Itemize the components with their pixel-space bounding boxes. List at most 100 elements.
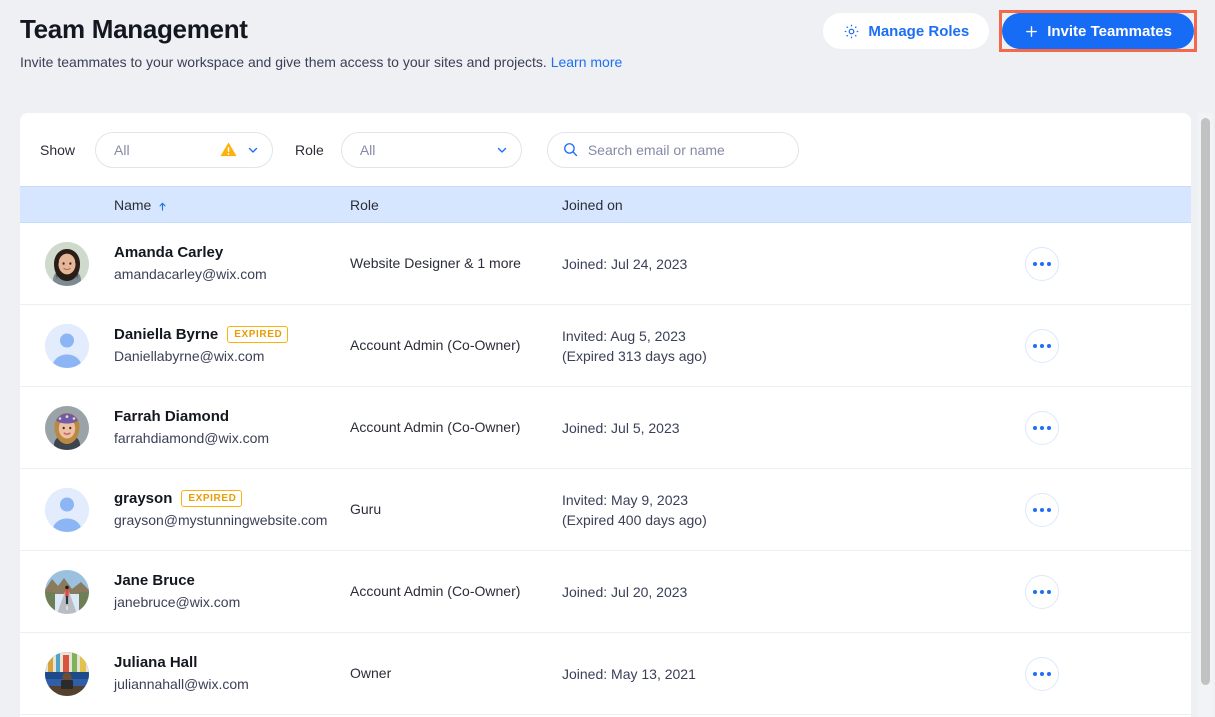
table-row[interactable]: Juliana Hall juliannahall@wix.com Owner Joi…	[20, 633, 1191, 715]
show-filter-dropdown[interactable]: All	[95, 131, 274, 168]
show-filter-value: All	[114, 141, 130, 158]
status-badge-expired: EXPIRED	[227, 326, 289, 343]
search-icon	[562, 141, 579, 158]
member-name: Farrah Diamond	[114, 408, 230, 425]
row-actions-cell	[992, 574, 1092, 609]
name-block: grayson EXPIRED grayson@mystunningwebsite.…	[114, 489, 327, 530]
dot	[1047, 425, 1051, 430]
role-filter-value: All	[359, 141, 376, 158]
table-row[interactable]: Amanda Carley amandacarley@wix.com Website…	[20, 223, 1191, 305]
dot	[1040, 261, 1044, 266]
name-line: Juliana Hall	[114, 653, 249, 672]
dot	[1040, 589, 1044, 594]
joined-sub-text: (Expired 313 days ago)	[562, 347, 707, 364]
dot	[1040, 343, 1044, 348]
table-row[interactable]: Daniella Byrne EXPIRED Daniellabyrne@wix.c…	[20, 305, 1191, 387]
role-filter-label: Role	[295, 141, 324, 158]
dot	[1033, 343, 1037, 348]
name-block: Daniella Byrne EXPIRED Daniellabyrne@wix.c…	[114, 325, 289, 366]
member-name-cell: Daniella Byrne EXPIRED Daniellabyrne@wix.c…	[20, 323, 350, 368]
avatar-wrap	[20, 405, 114, 450]
invite-teammates-button[interactable]: Invite Teammates	[1002, 13, 1194, 49]
column-header-name[interactable]: Name	[20, 197, 350, 213]
member-email: farrahdiamond@wix.com	[114, 430, 270, 446]
dot	[1033, 671, 1037, 676]
row-actions-cell	[992, 328, 1092, 363]
member-name: Jane Bruce	[114, 572, 195, 589]
ellipsis-icon[interactable]	[1025, 574, 1059, 609]
name-line: Daniella Byrne EXPIRED	[114, 325, 289, 344]
member-joined: Invited: May 9, 2023 (Expired 400 days ag…	[562, 490, 992, 530]
avatar-wrap	[20, 569, 114, 614]
name-line: Jane Bruce	[114, 571, 240, 590]
dot	[1033, 507, 1037, 512]
search-input[interactable]	[587, 141, 784, 158]
joined-main-text: Joined: Jul 20, 2023	[562, 583, 688, 600]
joined-main-text: Invited: May 9, 2023	[562, 491, 689, 508]
scrollbar-thumb[interactable]	[1201, 118, 1210, 685]
member-name-cell: Farrah Diamond farrahdiamond@wix.com	[20, 405, 350, 450]
ellipsis-icon[interactable]	[1025, 328, 1059, 363]
dot	[1040, 671, 1044, 676]
ellipsis-icon[interactable]	[1025, 492, 1059, 527]
column-header-role[interactable]: Role	[350, 197, 562, 213]
row-actions-cell	[992, 410, 1092, 445]
row-actions-cell	[992, 656, 1092, 691]
avatar	[45, 487, 89, 532]
manage-roles-label: Manage Roles	[868, 22, 970, 40]
avatar	[45, 323, 89, 368]
role-filter-dropdown[interactable]: All	[340, 131, 522, 168]
warning-triangle-icon	[219, 140, 238, 159]
member-email: amandacarley@wix.com	[114, 266, 267, 282]
member-joined: Invited: Aug 5, 2023 (Expired 313 days ag…	[562, 326, 992, 366]
joined-main-text: Joined: Jul 5, 2023	[562, 419, 680, 436]
name-block: Amanda Carley amandacarley@wix.com	[114, 243, 267, 284]
member-role: Account Admin (Co-Owner)	[350, 337, 521, 353]
avatar-wrap	[20, 487, 114, 532]
dot	[1040, 507, 1044, 512]
avatar	[45, 405, 89, 450]
joined-sub-text: (Expired 400 days ago)	[562, 511, 707, 528]
member-name: Juliana Hall	[114, 654, 198, 671]
table-row[interactable]: grayson EXPIRED grayson@mystunningwebsite.…	[20, 469, 1191, 551]
row-actions-cell	[992, 246, 1092, 281]
avatar	[45, 651, 89, 696]
invite-teammates-label: Invite Teammates	[1047, 22, 1172, 40]
arrow-up-icon	[157, 199, 168, 211]
ellipsis-icon[interactable]	[1025, 410, 1059, 445]
search-box[interactable]	[546, 131, 799, 168]
page-subtitle: Invite teammates to your workspace and g…	[20, 52, 1195, 72]
manage-roles-button[interactable]: Manage Roles	[823, 13, 990, 49]
avatar-wrap	[20, 323, 114, 368]
name-line: grayson EXPIRED	[114, 489, 327, 508]
team-table-card: Show All Role All Search email or name N…	[20, 113, 1191, 717]
member-name-cell: Jane Bruce janebruce@wix.com	[20, 569, 350, 614]
dot	[1047, 671, 1051, 676]
member-name: Amanda Carley	[114, 244, 224, 261]
learn-more-link[interactable]: Learn more	[551, 54, 623, 70]
joined-main-text: Invited: Aug 5, 2023	[562, 327, 686, 344]
dot	[1047, 343, 1051, 348]
table-row[interactable]: Farrah Diamond farrahdiamond@wix.com Accou…	[20, 387, 1191, 469]
ellipsis-icon[interactable]	[1025, 656, 1059, 691]
chevron-down-icon	[495, 143, 509, 157]
member-role: Website Designer & 1 more	[350, 255, 521, 271]
name-block: Farrah Diamond farrahdiamond@wix.com	[114, 407, 269, 448]
member-joined: Joined: Jul 24, 2023	[562, 254, 992, 274]
dot	[1047, 507, 1051, 512]
member-email: janebruce@wix.com	[114, 594, 241, 610]
dot	[1047, 261, 1051, 266]
column-header-name-label: Name	[114, 196, 152, 213]
ellipsis-icon[interactable]	[1025, 246, 1059, 281]
joined-main-text: Joined: May 13, 2021	[562, 665, 696, 682]
name-line: Farrah Diamond	[114, 407, 269, 426]
column-header-joined[interactable]: Joined on	[562, 197, 992, 213]
table-row[interactable]: Jane Bruce janebruce@wix.com Account Admin…	[20, 551, 1191, 633]
gear-icon	[843, 23, 860, 40]
vertical-scrollbar[interactable]	[1198, 113, 1213, 717]
name-block: Jane Bruce janebruce@wix.com	[114, 571, 240, 612]
dot	[1040, 425, 1044, 430]
member-joined: Joined: May 13, 2021	[562, 664, 992, 684]
joined-main-text: Joined: Jul 24, 2023	[562, 255, 688, 272]
chevron-down-icon	[246, 143, 260, 157]
